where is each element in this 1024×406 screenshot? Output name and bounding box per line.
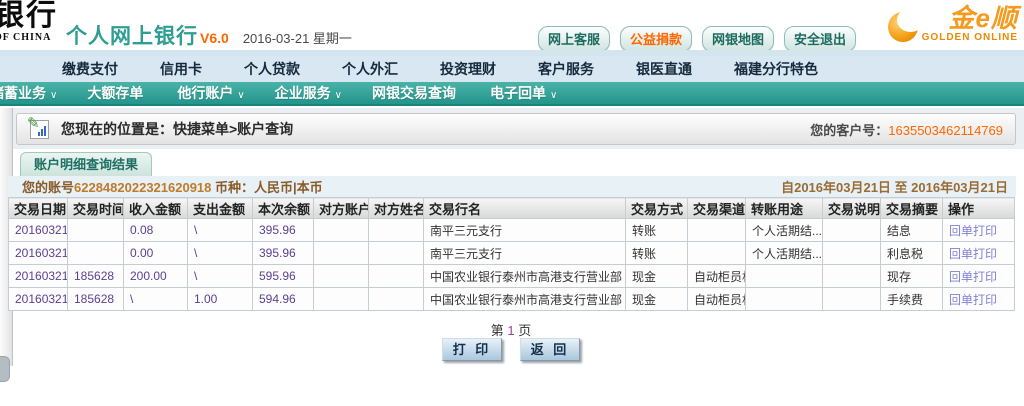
col-tx-note: 交易说明 xyxy=(823,198,881,219)
col-bank-name: 交易行名 xyxy=(424,198,626,219)
secondary-nav: 储蓄业务∨ 大额存单 他行账户∨ 企业服务∨ 网银交易查询 电子回单∨ xyxy=(0,82,1024,106)
nav-item-payment[interactable]: 缴费支付 xyxy=(62,59,118,79)
transactions-table: 交易日期 交易时间 收入金额 支出金额 本次余额 对方账户 对方姓名 交易行名 … xyxy=(8,197,1015,311)
bank-logo-cn: 银行 xyxy=(0,1,58,31)
pagination: 第 1 页 xyxy=(8,320,1014,339)
nav-item-bank-medical[interactable]: 银医直通 xyxy=(636,59,692,79)
col-action: 操作 xyxy=(943,198,1015,219)
nav-item-large-deposit[interactable]: 大额存单 xyxy=(87,83,147,103)
header: 银行 OF CHINA 个人网上银行 V6.0 2016-03-21 星期一 网… xyxy=(0,0,1024,50)
primary-nav: 缴费支付 信用卡 个人贷款 个人外汇 投资理财 客户服务 银医直通 福建分行特色 xyxy=(0,56,1024,82)
col-tx-time: 交易时间 xyxy=(68,198,124,219)
col-balance: 本次余额 xyxy=(253,198,314,219)
receipt-print-link[interactable]: 回单打印 xyxy=(943,242,1015,265)
product-title: 个人网上银行 xyxy=(66,20,198,50)
col-tx-date: 交易日期 xyxy=(9,198,68,219)
safe-exit-button[interactable]: 安全退出 xyxy=(784,26,856,52)
charity-donation-button[interactable]: 公益捐款 xyxy=(620,26,692,52)
col-peer-account: 对方账户 xyxy=(314,198,369,219)
breadcrumb-text: 您现在的位置是：快捷菜单>账户查询 xyxy=(61,119,293,139)
account-info-bar: 您的账号6228482022321620918 币种：人民币|本币 自2016年… xyxy=(8,176,1016,197)
golden-online-logo: 金e顺 GOLDEN ONLINE xyxy=(888,4,1018,43)
tab-account-detail-result[interactable]: 账户明细查询结果 xyxy=(20,152,152,176)
account-info: 您的账号6228482022321620918 币种：人民币|本币 xyxy=(8,177,323,196)
chevron-down-icon: ∨ xyxy=(237,90,244,101)
col-expense: 支出金额 xyxy=(188,198,253,219)
brand-name-cn: 金e顺 xyxy=(949,4,1018,32)
product-line: 个人网上银行 V6.0 2016-03-21 星期一 xyxy=(66,20,352,50)
nav-item-fujian-branch[interactable]: 福建分行特色 xyxy=(734,59,818,79)
col-tx-method: 交易方式 xyxy=(626,198,688,219)
nav-item-forex[interactable]: 个人外汇 xyxy=(342,59,398,79)
quick-buttons: 网上客服 公益捐款 网银地图 安全退出 xyxy=(538,26,856,52)
chevron-down-icon: ∨ xyxy=(335,90,342,101)
nav-item-personal-loan[interactable]: 个人贷款 xyxy=(244,59,300,79)
note-pencil-icon: ✎ xyxy=(30,120,49,139)
col-income: 收入金额 xyxy=(124,198,188,219)
page-number: 1 xyxy=(507,323,514,338)
receipt-print-link[interactable]: 回单打印 xyxy=(943,219,1015,242)
col-tx-summary: 交易摘要 xyxy=(881,198,943,219)
nav-item-other-bank-account[interactable]: 他行账户∨ xyxy=(177,83,244,103)
nav-item-e-receipt[interactable]: 电子回单∨ xyxy=(490,83,557,103)
version-badge: V6.0 xyxy=(200,30,229,46)
col-peer-name: 对方姓名 xyxy=(369,198,424,219)
receipt-print-link[interactable]: 回单打印 xyxy=(943,288,1015,311)
date-range: 自2016年03月21日 至 2016年03月21日 xyxy=(781,177,1016,196)
bank-map-button[interactable]: 网银地图 xyxy=(702,26,774,52)
nav-item-investment[interactable]: 投资理财 xyxy=(440,59,496,79)
table-row: 20160321 0.08 \ 395.96 南平三元支行 转账 个人活期结..… xyxy=(9,219,1015,242)
print-button[interactable]: 打 印 xyxy=(442,338,502,361)
online-service-button[interactable]: 网上客服 xyxy=(538,26,610,52)
receipt-print-link[interactable]: 回单打印 xyxy=(943,265,1015,288)
chevron-down-icon: ∨ xyxy=(50,90,57,101)
nav-item-customer-service[interactable]: 客户服务 xyxy=(538,59,594,79)
account-number: 6228482022321620918 xyxy=(74,180,211,195)
col-transfer-purpose: 转账用途 xyxy=(746,198,823,219)
crescent-icon xyxy=(888,12,922,42)
bank-logo: 银行 OF CHINA xyxy=(0,1,58,43)
table-row: 20160321 0.00 \ 395.96 南平三元支行 转账 个人活期结..… xyxy=(9,242,1015,265)
chevron-down-icon: ∨ xyxy=(550,90,557,101)
brand-name-en: GOLDEN ONLINE xyxy=(922,32,1018,43)
header-date: 2016-03-21 星期一 xyxy=(243,28,352,47)
action-buttons: 打 印 返 回 xyxy=(8,338,1014,361)
bank-logo-en: OF CHINA xyxy=(0,32,58,43)
nav-item-credit-card[interactable]: 信用卡 xyxy=(160,59,202,79)
nav-item-ebank-tx-query[interactable]: 网银交易查询 xyxy=(372,83,460,103)
personal-online-banking-page: 银行 OF CHINA 个人网上银行 V6.0 2016-03-21 星期一 网… xyxy=(0,0,1024,406)
customer-number: 您的客户号：1635503462114769 xyxy=(810,120,1003,139)
nav-item-corporate-service[interactable]: 企业服务∨ xyxy=(275,83,342,103)
back-button[interactable]: 返 回 xyxy=(520,338,580,361)
col-tx-channel: 交易渠道 xyxy=(688,198,746,219)
breadcrumb: ✎ 您现在的位置是：快捷菜单>账户查询 您的客户号：16355034621147… xyxy=(16,113,1016,145)
nav-item-savings[interactable]: 储蓄业务∨ xyxy=(0,83,57,103)
table-row: 20160321 185628 200.00 \ 595.96 中国农业银行泰州… xyxy=(9,265,1015,288)
table-row: 20160321 185628 \ 1.00 594.96 中国农业银行泰州市高… xyxy=(9,288,1015,311)
table-header-row: 交易日期 交易时间 收入金额 支出金额 本次余额 对方账户 对方姓名 交易行名 … xyxy=(9,198,1015,219)
